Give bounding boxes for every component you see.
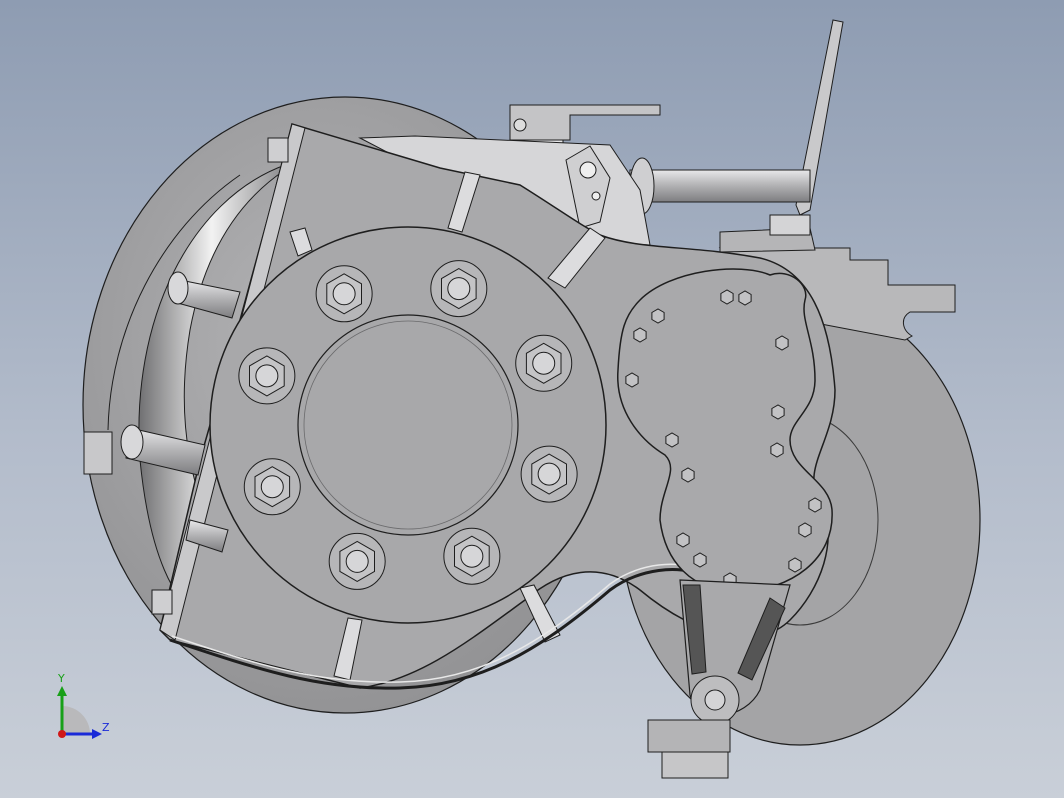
cover-bolt xyxy=(633,327,647,343)
orientation-triad: Y Z xyxy=(40,670,130,750)
flange-bolt xyxy=(238,347,296,405)
flange-bolt xyxy=(430,260,488,318)
triad-z-label: Z xyxy=(102,721,110,734)
flange-bolt xyxy=(515,334,573,392)
cover-bolt xyxy=(665,432,679,448)
flange-bolt xyxy=(328,532,386,590)
lever-shaft[interactable] xyxy=(629,169,811,203)
graphics-viewport[interactable]: Y Z xyxy=(0,0,1064,798)
cover-bolt xyxy=(771,404,785,420)
triad-y-label: Y xyxy=(58,672,65,685)
cover-bolt xyxy=(770,442,784,458)
flange-hub[interactable] xyxy=(297,314,519,536)
cover-bolt xyxy=(651,308,665,324)
cover-bolt xyxy=(693,552,707,568)
flange-bolt xyxy=(520,445,578,503)
clamp-handle[interactable] xyxy=(509,104,661,141)
cover-bolt xyxy=(788,557,802,573)
flange-bolt xyxy=(443,527,501,585)
cover-bolt xyxy=(676,532,690,548)
cover-bolt xyxy=(798,522,812,538)
pin-hole xyxy=(579,161,597,179)
cover-bolt xyxy=(720,289,734,305)
bottom-nut xyxy=(661,751,729,779)
triad-z-arrowhead xyxy=(92,729,102,739)
triad-y-arrowhead xyxy=(57,686,67,696)
disc-tab xyxy=(83,431,113,475)
gearbox-model[interactable] xyxy=(0,0,1064,798)
arm-pivot-hole xyxy=(704,689,726,711)
pin-hole-small xyxy=(591,191,601,201)
cover-bolt xyxy=(625,372,639,388)
cover-bolt xyxy=(808,497,822,513)
lever-pivot xyxy=(769,214,811,236)
clamp-screw xyxy=(513,118,527,132)
bottom-housing-block xyxy=(647,719,731,753)
triad-x-axis xyxy=(58,730,66,738)
cover-bolt xyxy=(738,290,752,306)
flange-bolt xyxy=(243,458,301,516)
flange-bolt xyxy=(315,265,373,323)
triad-sector xyxy=(62,706,90,734)
cover-bolt xyxy=(775,335,789,351)
cover-bolt xyxy=(681,467,695,483)
